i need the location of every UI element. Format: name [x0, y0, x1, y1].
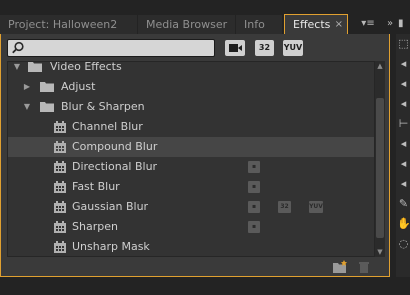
selection-tool-icon[interactable]: ⬚: [397, 36, 410, 52]
pen-tool-icon[interactable]: ✎: [397, 196, 410, 212]
32-bit-badge-icon: 32: [278, 201, 291, 213]
tree-label: Channel Blur: [72, 120, 143, 133]
effects-panel: 32 YUV ▼ Video Effects ▶ Adjust ▼ Blur &…: [0, 34, 390, 277]
close-icon[interactable]: ×: [335, 15, 343, 34]
trash-icon[interactable]: [357, 260, 371, 273]
tab-media-browser[interactable]: Media Browser: [138, 15, 235, 34]
effect-icon: [54, 241, 66, 253]
effect-icon: [54, 141, 66, 153]
tree-row-sharpen[interactable]: Sharpen ▪: [8, 217, 374, 237]
tree-label: Fast Blur: [72, 180, 120, 193]
tab-label: Project: Halloween2: [8, 18, 118, 31]
accelerated-effects-filter-button[interactable]: [225, 40, 245, 56]
tab-bar: Project: Halloween2 Media Browser Info E…: [0, 0, 410, 34]
effect-icon: [54, 121, 66, 133]
expand-triangle-icon[interactable]: ▼: [22, 102, 32, 112]
scroll-down-arrow-icon[interactable]: ▼: [375, 247, 385, 257]
search-input[interactable]: [26, 41, 210, 55]
accelerated-badge-icon: ▪: [248, 201, 260, 213]
accelerated-effects-icon: [229, 44, 242, 52]
tree-label: Video Effects: [50, 61, 122, 73]
scroll-up-arrow-icon[interactable]: ▲: [375, 61, 385, 71]
tree-label: Gaussian Blur: [72, 200, 149, 213]
tree-label: Adjust: [61, 80, 96, 93]
tree-row-video-effects[interactable]: ▼ Video Effects: [8, 61, 374, 77]
tools-panel-tab-icon[interactable]: ▮: [398, 16, 410, 32]
tree-label: Blur & Sharpen: [61, 100, 145, 113]
tree-label: Directional Blur: [72, 160, 158, 173]
effect-icon: [54, 181, 66, 193]
effect-icon: [54, 201, 66, 213]
tree-row-adjust[interactable]: ▶ Adjust: [8, 77, 374, 97]
search-icon: [12, 41, 24, 54]
tab-overflow-icon[interactable]: »: [384, 16, 396, 32]
rolling-edit-tool-icon[interactable]: ◂: [397, 96, 410, 112]
effect-icon: [54, 161, 66, 173]
accelerated-badge-icon: ▪: [248, 181, 260, 193]
tree-row-gaussian-blur[interactable]: Gaussian Blur ▪ 32 YUV: [8, 197, 374, 217]
folder-icon: [40, 102, 54, 112]
new-custom-bin-icon[interactable]: [333, 260, 347, 273]
tree-row-unsharp-mask[interactable]: Unsharp Mask: [8, 237, 374, 256]
accelerated-badge-icon: ▪: [248, 161, 260, 173]
expand-triangle-icon[interactable]: ▼: [12, 62, 22, 72]
32-bit-color-icon: 32: [258, 43, 271, 52]
folder-icon: [28, 62, 42, 72]
tree-label: Compound Blur: [72, 140, 158, 153]
tab-label: Effects: [293, 18, 331, 31]
search-field[interactable]: [7, 39, 215, 57]
yuv-effects-icon: YUV: [283, 43, 303, 52]
tab-project[interactable]: Project: Halloween2: [0, 15, 137, 34]
yuv-filter-button[interactable]: YUV: [283, 40, 303, 56]
zoom-tool-icon[interactable]: ◌: [397, 236, 410, 252]
slide-tool-icon[interactable]: ◂: [397, 176, 410, 192]
vertical-scrollbar[interactable]: ▲ ▼: [375, 61, 385, 257]
tab-info[interactable]: Info: [236, 15, 282, 34]
track-select-tool-icon[interactable]: ◂: [397, 56, 410, 72]
effects-window: Project: Halloween2 Media Browser Info E…: [0, 0, 410, 295]
rate-stretch-tool-icon[interactable]: ⊢: [397, 116, 410, 132]
accelerated-badge-icon: ▪: [248, 221, 260, 233]
tree-row-channel-blur[interactable]: Channel Blur: [8, 117, 374, 137]
effects-tree: ▼ Video Effects ▶ Adjust ▼ Blur & Sharpe…: [7, 61, 375, 257]
scroll-thumb[interactable]: [376, 98, 384, 238]
tree-row-directional-blur[interactable]: Directional Blur ▪: [8, 157, 374, 177]
panel-footer: [1, 257, 389, 276]
tree-row-blur-sharpen[interactable]: ▼ Blur & Sharpen: [8, 97, 374, 117]
ripple-edit-tool-icon[interactable]: ◂: [397, 76, 410, 92]
folder-icon: [40, 82, 54, 92]
tab-label: Media Browser: [146, 18, 228, 31]
tab-label: Info: [244, 18, 265, 31]
razor-tool-icon[interactable]: ◂: [397, 136, 410, 152]
effect-icon: [54, 221, 66, 233]
yuv-badge-icon: YUV: [309, 201, 323, 213]
search-row: 32 YUV: [7, 39, 385, 59]
tree-row-compound-blur[interactable]: Compound Blur: [8, 137, 374, 157]
tab-effects[interactable]: Effects ×: [284, 14, 348, 34]
slip-tool-icon[interactable]: ◂: [397, 156, 410, 172]
panel-menu-icon[interactable]: ▾≡: [356, 16, 380, 32]
tree-label: Sharpen: [72, 220, 118, 233]
32-bit-filter-button[interactable]: 32: [255, 40, 274, 56]
tools-strip: ⬚ ◂ ◂ ◂ ⊢ ◂ ◂ ◂ ✎ ✋ ◌: [396, 34, 410, 277]
tree-label: Unsharp Mask: [72, 240, 150, 253]
tree-row-fast-blur[interactable]: Fast Blur ▪: [8, 177, 374, 197]
collapse-triangle-icon[interactable]: ▶: [22, 82, 32, 92]
hand-tool-icon[interactable]: ✋: [397, 216, 410, 232]
